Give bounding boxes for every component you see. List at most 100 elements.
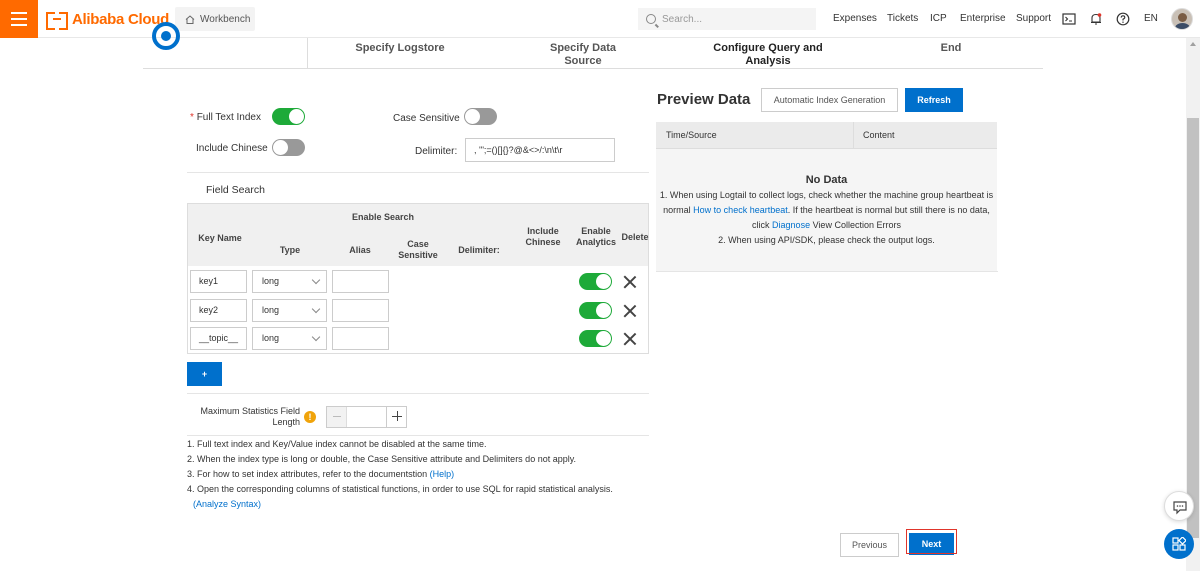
brand-name: Alibaba Cloud: [72, 10, 169, 28]
diagnose-link[interactable]: Diagnose: [772, 220, 810, 230]
search-icon: [646, 14, 656, 24]
enable-analytics-toggle[interactable]: [579, 273, 612, 290]
heartbeat-link[interactable]: How to check heartbeat: [693, 205, 788, 215]
no-data-title: No Data: [805, 174, 848, 186]
type-select[interactable]: long: [252, 299, 327, 322]
nav-link-enterprise[interactable]: Enterprise: [960, 13, 1006, 24]
apps-float-button[interactable]: [1164, 529, 1194, 559]
key-name-input[interactable]: __topic__: [190, 327, 247, 350]
divider: [187, 172, 649, 173]
delimiter-label: Delimiter:: [415, 146, 458, 157]
type-value: long: [262, 305, 280, 315]
empty-line-1: 1. When using Logtail to collect logs, c…: [659, 190, 994, 200]
note-1: 1. Full text index and Key/Value index c…: [187, 439, 487, 449]
language-switch[interactable]: EN: [1144, 13, 1158, 24]
empty-line-4: 2. When using API/SDK, please check the …: [718, 235, 935, 245]
required-mark: *: [190, 112, 194, 123]
case-sensitive-label: Case Sensitive: [393, 113, 460, 124]
user-avatar[interactable]: [1171, 8, 1193, 30]
col-time-source: Time/Source: [666, 130, 717, 140]
type-select[interactable]: long: [252, 270, 327, 293]
step-divider: [307, 38, 308, 68]
delimiter-input[interactable]: , '";=()[]{}?@&<>/:\n\t\r: [465, 138, 615, 162]
divider: [187, 393, 649, 394]
key-name-input[interactable]: key1: [190, 270, 247, 293]
workbench-label: Workbench: [200, 13, 251, 25]
nav-link-tickets[interactable]: Tickets: [887, 13, 918, 24]
empty-line-2b: . If the heartbeat is normal but still t…: [787, 205, 990, 215]
logo-mark-icon: [46, 12, 68, 30]
include-chinese-label: Include Chinese: [196, 143, 268, 154]
empty-line-2a: normal: [663, 205, 691, 215]
note-3-text: 3. For how to set index attributes, refe…: [187, 469, 428, 479]
chat-float-button[interactable]: [1164, 491, 1194, 521]
scrollbar-thumb[interactable]: [1187, 118, 1199, 538]
nav-link-expenses[interactable]: Expenses: [833, 13, 877, 24]
chat-icon: [1173, 501, 1187, 515]
full-text-index-label: * Full Text Index: [190, 112, 261, 123]
full-text-index-text: Full Text Index: [196, 112, 261, 123]
automatic-index-generation-button[interactable]: Automatic Index Generation: [761, 88, 898, 112]
bell-icon[interactable]: [1089, 12, 1103, 26]
step-end: End: [940, 42, 962, 54]
col-content: Content: [863, 130, 895, 140]
decrement-icon[interactable]: [327, 407, 347, 427]
apps-grid-icon: [1172, 537, 1186, 551]
note-3: 3. For how to set index attributes, refe…: [187, 469, 454, 479]
type-select[interactable]: long: [252, 327, 327, 350]
col-delimiter: Delimiter:: [458, 245, 500, 255]
delete-icon[interactable]: [623, 304, 637, 318]
key-name-input[interactable]: key2: [190, 299, 247, 322]
previous-button[interactable]: Previous: [840, 533, 899, 557]
col-enable-search: Enable Search: [351, 212, 415, 222]
alias-input[interactable]: [332, 327, 389, 350]
empty-line-3: click Diagnose View Collection Errors: [656, 218, 997, 233]
alibaba-cloud-logo[interactable]: Alibaba Cloud: [46, 10, 169, 30]
alias-input[interactable]: [332, 270, 389, 293]
empty-line-3b: View Collection Errors: [812, 220, 901, 230]
workbench-button[interactable]: Workbench: [175, 7, 255, 31]
search-placeholder: Search...: [662, 13, 703, 25]
chevron-down-icon: [311, 304, 321, 314]
scroll-up-arrow-icon[interactable]: [1190, 42, 1196, 46]
column-divider: [853, 122, 854, 149]
next-button-highlight: [906, 529, 957, 554]
search-input[interactable]: Search...: [638, 8, 816, 30]
preview-table: Time/Source Content No Data 1. When usin…: [656, 122, 997, 271]
hamburger-menu-icon[interactable]: [0, 0, 38, 38]
step-configure-query: Configure Query and Analysis: [713, 42, 823, 67]
help-icon[interactable]: [1116, 12, 1130, 26]
delete-icon[interactable]: [623, 332, 637, 346]
col-enable-analytics: Enable Analytics: [575, 226, 617, 247]
case-sensitive-toggle[interactable]: [464, 108, 497, 125]
home-icon: [185, 14, 195, 24]
enable-analytics-toggle[interactable]: [579, 302, 612, 319]
col-include-chinese: Include Chinese: [525, 226, 561, 247]
nav-link-support[interactable]: Support: [1016, 13, 1051, 24]
divider: [656, 271, 998, 272]
add-field-button[interactable]: +: [187, 362, 222, 386]
field-search-table: Key Name Enable Search Type Alias Case S…: [187, 203, 649, 354]
enable-analytics-toggle[interactable]: [579, 330, 612, 347]
col-alias: Alias: [349, 245, 371, 255]
max-stats-label: Maximum Statistics Field Length: [200, 406, 300, 427]
empty-line-2: normal How to check heartbeat. If the he…: [656, 203, 997, 218]
help-link[interactable]: (Help): [430, 469, 455, 479]
include-chinese-toggle[interactable]: [272, 139, 305, 156]
chevron-down-icon: [311, 275, 321, 285]
nav-link-icp[interactable]: ICP: [930, 13, 947, 24]
step-specify-logstore: Specify Logstore: [355, 42, 445, 54]
empty-line-3a: click: [752, 220, 770, 230]
delete-icon[interactable]: [623, 275, 637, 289]
cloud-shell-icon[interactable]: [1062, 12, 1076, 26]
alias-input[interactable]: [332, 299, 389, 322]
full-text-index-toggle[interactable]: [272, 108, 305, 125]
col-type: Type: [279, 245, 301, 255]
increment-icon[interactable]: [386, 407, 406, 427]
analyze-syntax-link[interactable]: (Analyze Syntax): [193, 499, 261, 509]
preview-title: Preview Data: [657, 91, 751, 108]
refresh-button[interactable]: Refresh: [905, 88, 963, 112]
max-stats-stepper[interactable]: [326, 406, 407, 428]
col-key-name: Key Name: [198, 233, 242, 243]
note-2: 2. When the index type is long or double…: [187, 454, 577, 464]
